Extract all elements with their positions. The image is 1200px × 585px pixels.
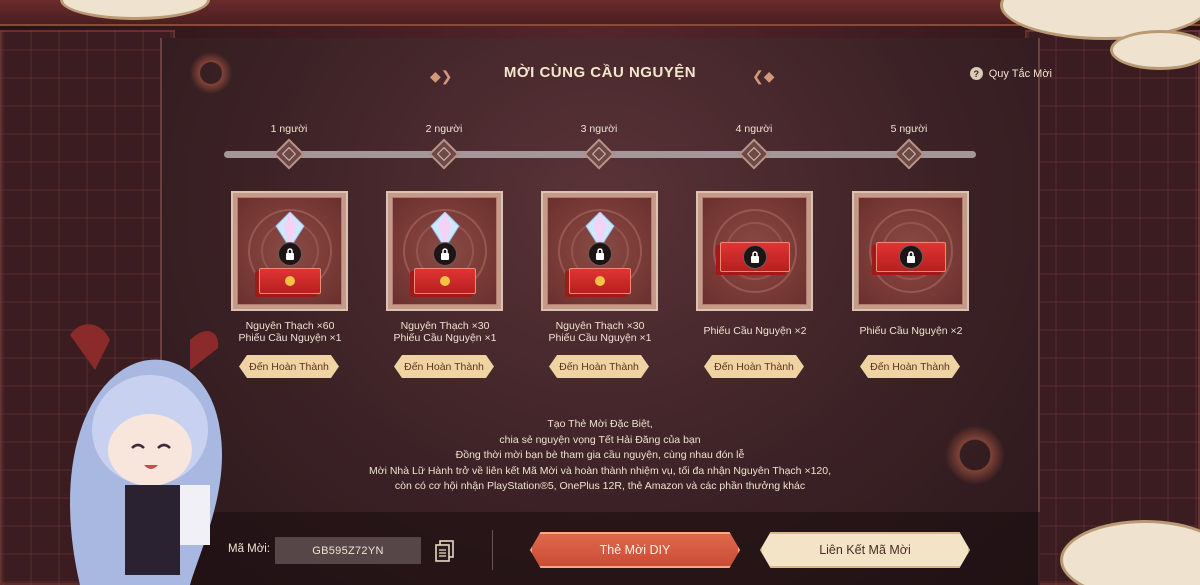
lock-icon bbox=[587, 242, 612, 266]
reward-card bbox=[541, 191, 658, 311]
milestone-label: 3 người bbox=[580, 123, 618, 135]
character-illustration bbox=[70, 324, 223, 585]
reward-card bbox=[231, 191, 348, 311]
reward-text: Phiếu Cầu Nguyện ×2 bbox=[831, 325, 991, 337]
reward-card bbox=[852, 191, 969, 311]
goto-complete-button[interactable]: Đến Hoàn Thành bbox=[549, 355, 649, 378]
reward-line: Phiếu Cầu Nguyện ×2 bbox=[859, 325, 963, 337]
lock-icon bbox=[742, 245, 767, 269]
goto-complete-button[interactable]: Đến Hoàn Thành bbox=[704, 355, 804, 378]
diy-invite-button[interactable]: Thẻ Mời DIY bbox=[530, 532, 740, 568]
milestone-label: 2 người bbox=[425, 123, 463, 135]
footer-divider bbox=[492, 530, 493, 570]
right-lattice-decoration bbox=[1025, 30, 1200, 585]
reward-text: Nguyên Thạch ×30 Phiếu Cầu Nguyện ×1 bbox=[520, 320, 680, 344]
lock-icon bbox=[432, 242, 457, 266]
goto-complete-button[interactable]: Đến Hoàn Thành bbox=[860, 355, 960, 378]
lock-icon bbox=[277, 242, 302, 266]
milestone-label: 1 người bbox=[270, 123, 308, 135]
goto-complete-button[interactable]: Đến Hoàn Thành bbox=[394, 355, 494, 378]
title-right-ornament-icon: ❮◆ bbox=[752, 68, 775, 84]
reward-line: Phiếu Cầu Nguyện ×2 bbox=[703, 325, 807, 337]
reward-card bbox=[696, 191, 813, 311]
rules-link[interactable]: ? Quy Tắc Mời bbox=[969, 67, 1052, 80]
red-envelope-icon bbox=[258, 268, 321, 294]
milestone-label: 5 người bbox=[890, 123, 928, 135]
description-line: chia sẻ nguyện vọng Tết Hải Đăng của bạn bbox=[499, 433, 701, 446]
description-line: Tạo Thẻ Mời Đặc Biệt, bbox=[547, 418, 653, 430]
reward-line: Phiếu Cầu Nguyện ×1 bbox=[393, 332, 497, 344]
copy-icon[interactable] bbox=[435, 540, 455, 562]
reward-line: Nguyên Thạch ×30 bbox=[555, 320, 645, 332]
goto-complete-button[interactable]: Đến Hoàn Thành bbox=[239, 355, 339, 378]
red-envelope-icon bbox=[568, 268, 631, 294]
description-line: Mời Nhà Lữ Hành trở về liên kết Mã Mời v… bbox=[368, 464, 832, 477]
reward-card bbox=[386, 191, 503, 311]
link-invite-code-button[interactable]: Liên Kết Mã Mời bbox=[760, 532, 970, 568]
milestone-label: 4 người bbox=[735, 123, 773, 135]
main-panel bbox=[160, 38, 1040, 585]
reward-line: Phiếu Cầu Nguyện ×1 bbox=[548, 332, 652, 344]
rules-label: Quy Tắc Mời bbox=[988, 67, 1052, 80]
reward-text: Nguyên Thạch ×30 Phiếu Cầu Nguyện ×1 bbox=[365, 320, 525, 344]
description-line: còn có cơ hội nhận PlayStation®5, OnePlu… bbox=[394, 480, 806, 493]
red-envelope-icon bbox=[413, 268, 476, 294]
invite-code-value: GB595Z72YN bbox=[275, 537, 421, 564]
event-description: Tạo Thẻ Mời Đặc Biệt, chia sẻ nguyện vọn… bbox=[300, 417, 900, 495]
question-icon: ? bbox=[969, 67, 983, 80]
firework-decoration bbox=[940, 420, 1010, 490]
lock-icon bbox=[898, 245, 923, 269]
reward-text: Phiếu Cầu Nguyện ×2 bbox=[675, 325, 835, 337]
reward-line: Nguyên Thạch ×30 bbox=[400, 320, 490, 332]
description-line: Đồng thời mời bạn bè tham gia cầu nguyện… bbox=[455, 449, 745, 462]
